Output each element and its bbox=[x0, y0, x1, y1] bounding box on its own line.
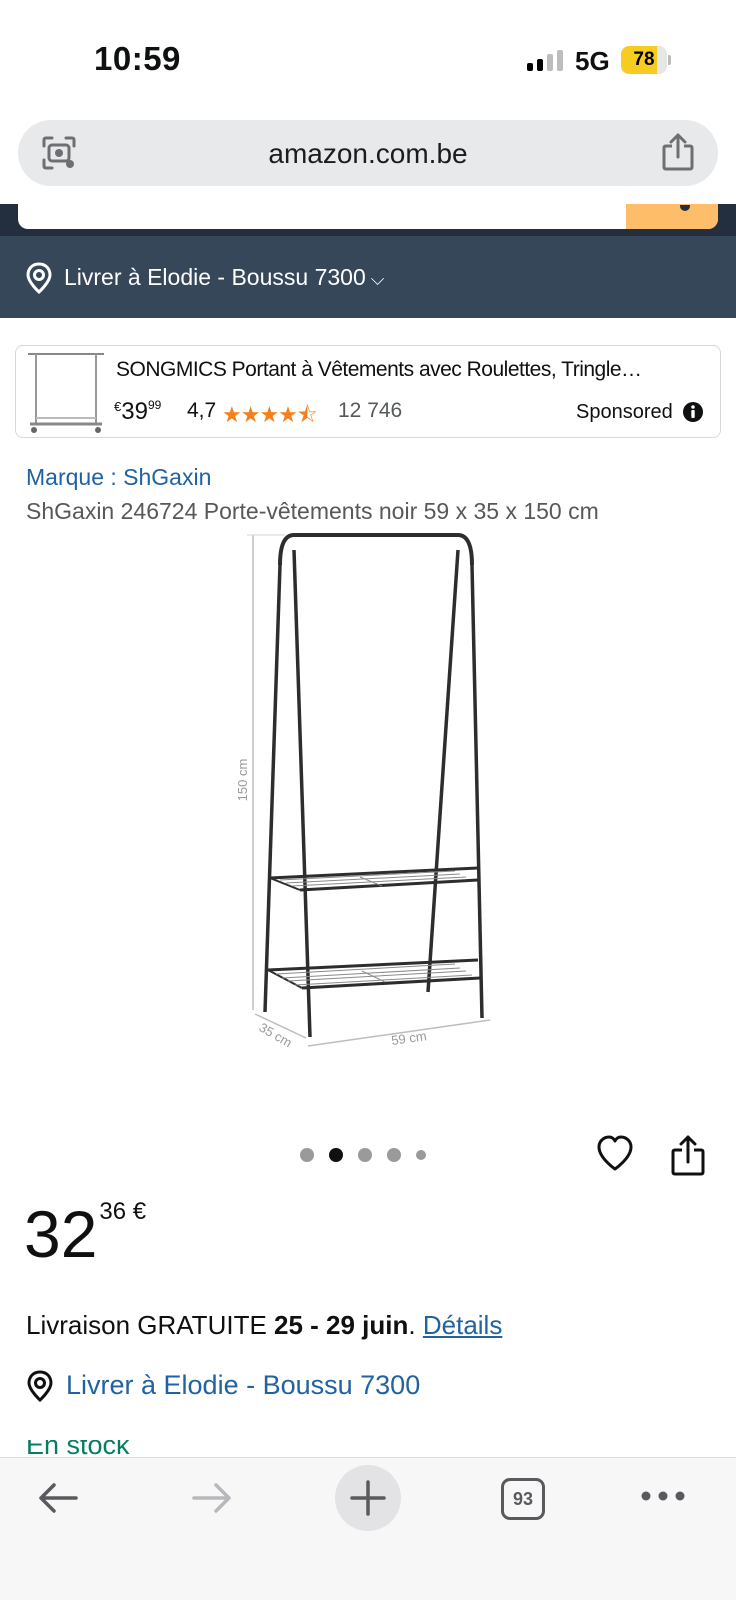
battery-level: 78 bbox=[633, 49, 655, 70]
delivery-prefix: Livraison GRATUITE bbox=[26, 1310, 275, 1340]
delivery-dates: 25 - 29 juin bbox=[274, 1310, 409, 1340]
network-type: 5G bbox=[575, 46, 610, 76]
location-pin-icon bbox=[27, 1370, 53, 1403]
tabs-button[interactable]: 93 bbox=[501, 1478, 545, 1520]
url-text: amazon.com.be bbox=[268, 138, 468, 169]
carousel-dot[interactable] bbox=[358, 1148, 372, 1162]
carousel-dot[interactable] bbox=[416, 1150, 426, 1160]
back-arrow-icon[interactable] bbox=[36, 1478, 80, 1518]
search-input[interactable] bbox=[18, 204, 718, 229]
price-fraction: 36 € bbox=[99, 1198, 147, 1225]
signal-icon bbox=[527, 50, 563, 71]
details-link[interactable]: Détails bbox=[423, 1310, 502, 1340]
carousel-dot[interactable] bbox=[329, 1148, 343, 1162]
info-icon[interactable] bbox=[682, 401, 704, 423]
share-product-icon[interactable] bbox=[670, 1134, 706, 1176]
plus-icon bbox=[350, 1480, 386, 1516]
search-button[interactable] bbox=[626, 204, 718, 229]
delivery-suffix: . bbox=[408, 1310, 423, 1340]
share-icon[interactable] bbox=[660, 132, 696, 172]
address-bar[interactable]: amazon.com.be bbox=[18, 120, 718, 186]
sponsored-label: Sponsored bbox=[576, 401, 673, 423]
stock-status-partial: En stock bbox=[26, 1440, 130, 1458]
heart-icon[interactable] bbox=[595, 1134, 635, 1174]
carousel-dot[interactable] bbox=[300, 1148, 314, 1162]
image-carousel-dots[interactable] bbox=[300, 1148, 440, 1164]
sponsored-rating-value: 4,7 bbox=[187, 399, 217, 422]
battery-icon: 78 bbox=[621, 46, 671, 74]
star-rating-icon: ★★★★⯪ bbox=[222, 402, 318, 427]
status-bar: 10:59 5G 78 bbox=[0, 0, 736, 110]
deliver-to-text: Livrer à Elodie - Boussu 7300 bbox=[64, 264, 366, 290]
delivery-info: Livraison GRATUITE 25 - 29 juin. Détails bbox=[26, 1310, 502, 1341]
height-dimension-label: 150 cm bbox=[235, 759, 250, 802]
deliver-to-label[interactable]: Livrer à Elodie - Boussu 7300 ⌵ bbox=[64, 264, 384, 291]
brand-link[interactable]: Marque : ShGaxin bbox=[26, 464, 211, 491]
carousel-dot[interactable] bbox=[387, 1148, 401, 1162]
product-image[interactable]: 150 cm 35 cm 59 cm bbox=[210, 530, 510, 1080]
product-title: ShGaxin 246724 Porte-vêtements noir 59 x… bbox=[26, 498, 599, 524]
status-time: 10:59 bbox=[94, 40, 181, 77]
sponsored-product-card[interactable]: SONGMICS Portant à Vêtements avec Roulet… bbox=[15, 345, 721, 438]
product-price: 3236 € bbox=[24, 1198, 146, 1269]
chevron-down-icon: ⌵ bbox=[370, 269, 385, 289]
delivery-location-link[interactable]: Livrer à Elodie - Boussu 7300 bbox=[66, 1370, 420, 1401]
sponsored-review-count: 12 746 bbox=[338, 399, 403, 422]
sponsored-product-title[interactable]: SONGMICS Portant à Vêtements avec Roulet… bbox=[116, 358, 686, 382]
price-whole: 32 bbox=[24, 1197, 98, 1271]
more-options-icon[interactable] bbox=[640, 1488, 686, 1504]
location-pin-icon bbox=[26, 262, 52, 295]
sponsored-product-price: €3999 bbox=[114, 398, 162, 425]
sponsored-product-thumbnail bbox=[28, 353, 104, 433]
forward-arrow-icon[interactable] bbox=[190, 1478, 234, 1518]
new-tab-button[interactable] bbox=[335, 1465, 401, 1531]
width-dimension-label: 59 cm bbox=[390, 1028, 427, 1048]
